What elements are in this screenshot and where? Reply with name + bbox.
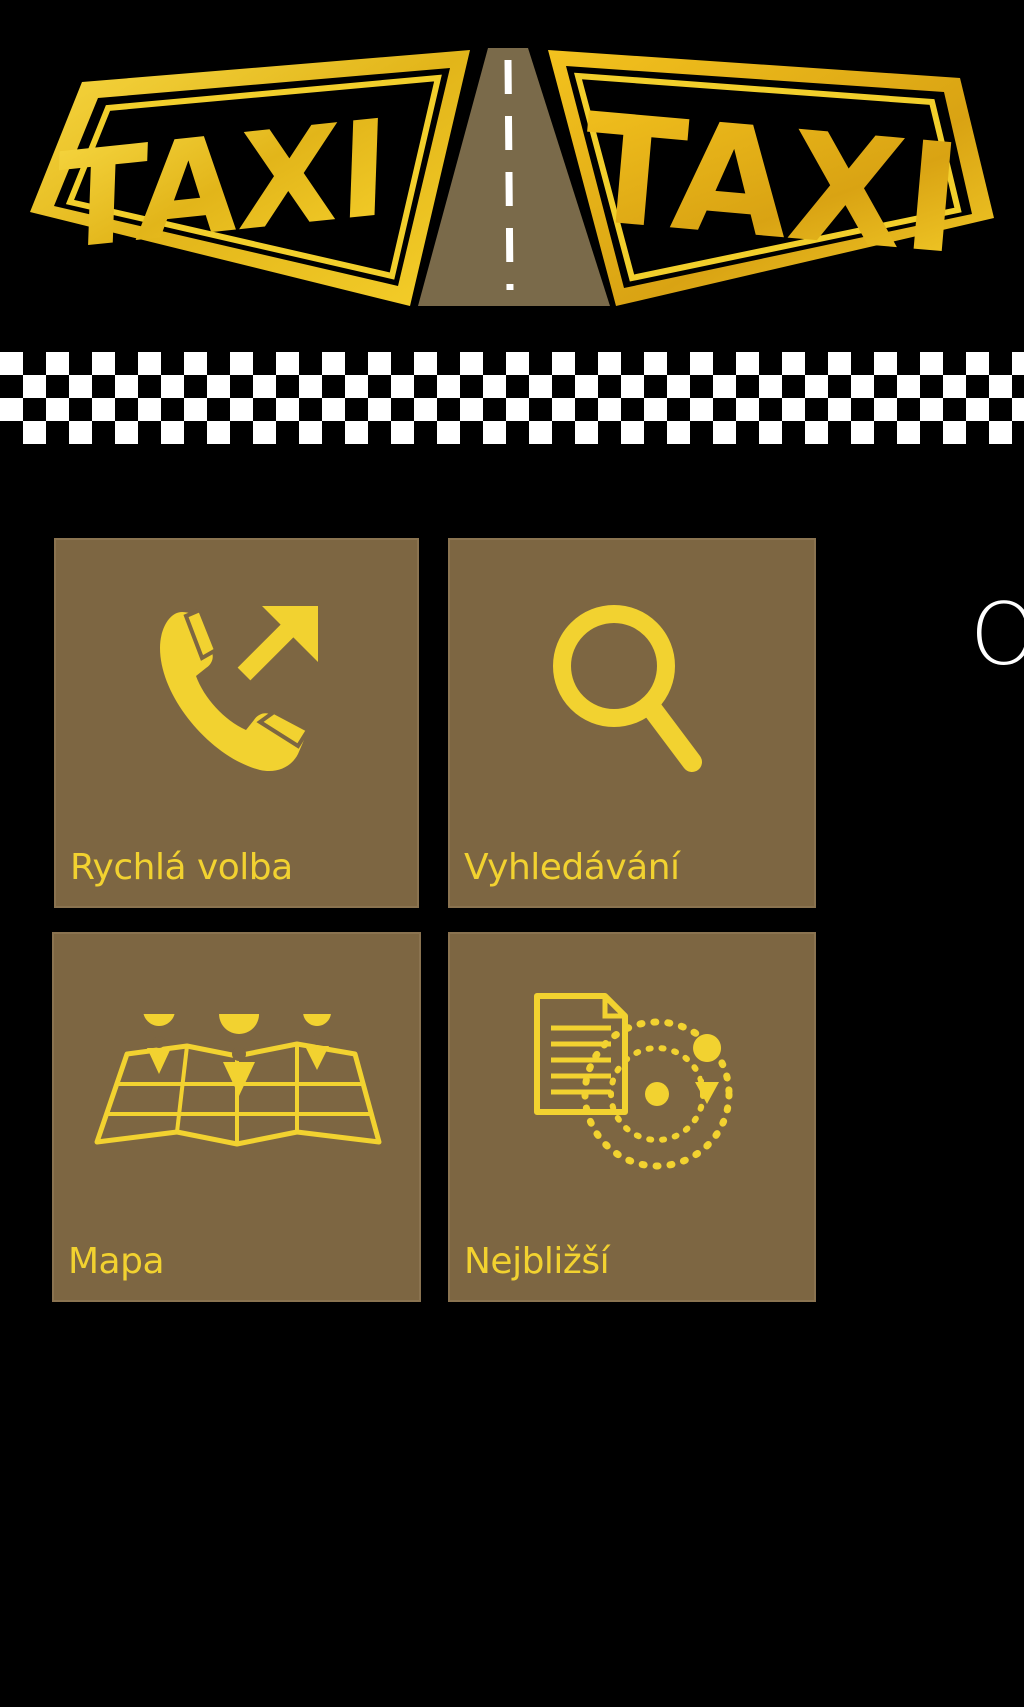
logo-left-sign: TAXI	[30, 50, 470, 306]
tile-label: Vyhledávání	[464, 847, 680, 888]
taxi-logo: TAXI TAXI	[30, 48, 994, 306]
tile-label: Nejbližší	[464, 1241, 610, 1282]
search-icon	[450, 580, 814, 800]
tile-rychla-volba[interactable]: Rychlá volba	[54, 538, 419, 908]
logo-right-text: TAXI	[576, 82, 968, 288]
map-icon	[54, 974, 419, 1194]
tile-vyhledavani[interactable]: Vyhledávání	[448, 538, 816, 908]
logo-right-sign: TAXI	[548, 50, 994, 306]
nearby-icon	[450, 974, 814, 1194]
tile-mapa[interactable]: Mapa	[52, 932, 421, 1302]
tile-label: Mapa	[68, 1241, 165, 1282]
checkered-strip	[0, 352, 1024, 444]
tile-nejblizsi[interactable]: Nejbližší	[448, 932, 816, 1302]
phone-outgoing-icon	[56, 580, 417, 800]
pivot-peek-text[interactable]: O	[970, 590, 1024, 680]
tile-label: Rychlá volba	[70, 847, 293, 888]
